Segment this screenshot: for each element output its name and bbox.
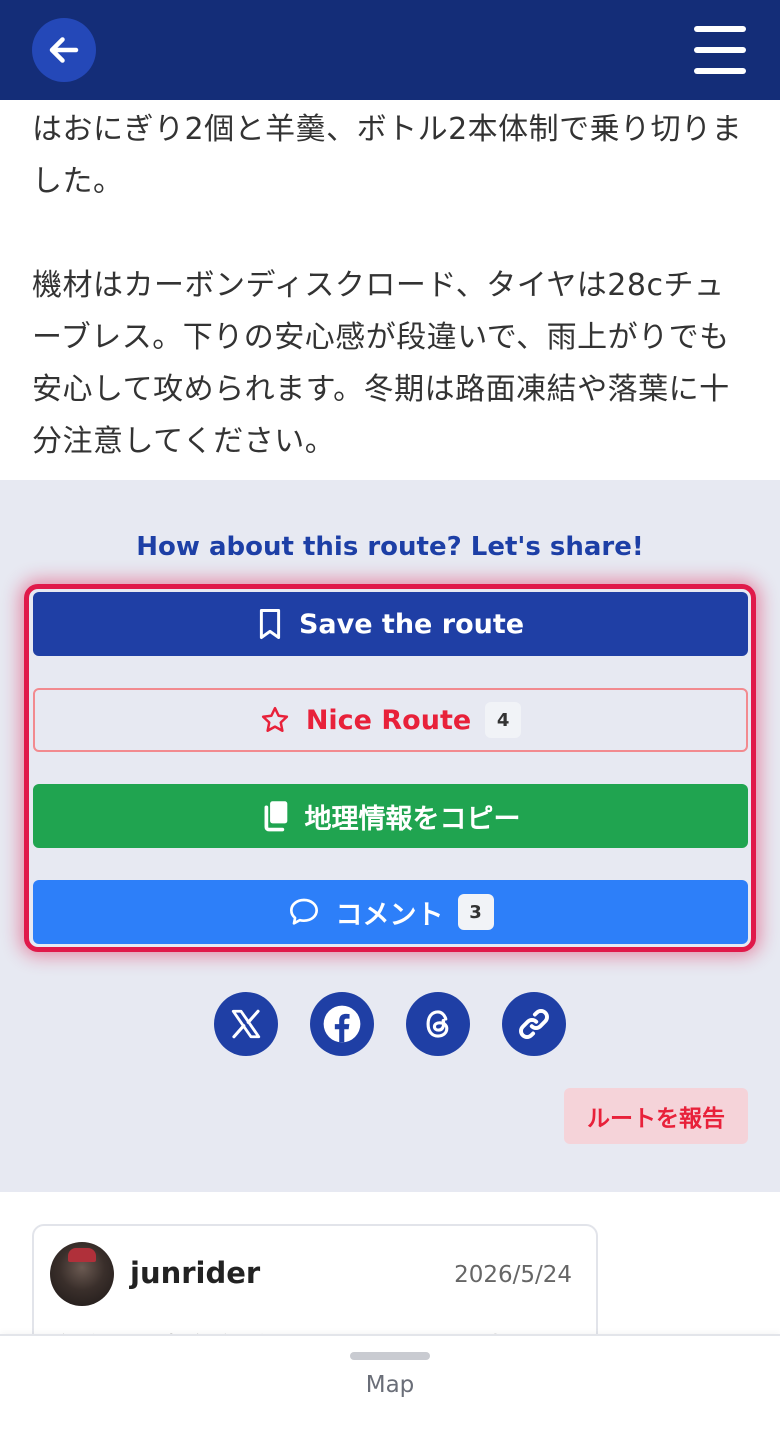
save-route-label: Save the route xyxy=(298,608,525,640)
facebook-icon xyxy=(323,1005,361,1043)
comment-date: 2026/5/24 xyxy=(454,1262,572,1288)
comment-button[interactable]: コメント 3 xyxy=(33,880,748,944)
share-threads-button[interactable] xyxy=(406,992,470,1056)
link-icon xyxy=(519,1009,549,1039)
avatar[interactable] xyxy=(50,1242,114,1306)
share-section: How about this route? Let's share! Save … xyxy=(0,480,780,1192)
share-facebook-button[interactable] xyxy=(310,992,374,1056)
description-paragraph: はおにぎり2個と羊羹、ボトル2本体制で乗り切りました。 xyxy=(32,112,743,199)
route-actions-panel: Save the route Nice Route 4 地理情報をコピー コメン… xyxy=(24,584,756,952)
share-x-button[interactable] xyxy=(214,992,278,1056)
arrow-left-icon xyxy=(49,37,79,63)
threads-icon xyxy=(426,1010,449,1038)
app-header xyxy=(0,0,780,100)
nice-count-badge: 4 xyxy=(485,702,522,738)
nice-route-button[interactable]: Nice Route 4 xyxy=(33,688,748,752)
social-share-row xyxy=(214,992,566,1056)
comment-label: コメント xyxy=(335,899,444,931)
map-sheet-label: Map xyxy=(365,1372,415,1398)
menu-bar xyxy=(694,26,746,32)
copy-link-button[interactable] xyxy=(502,992,566,1056)
sheet-drag-handle[interactable] xyxy=(350,1352,430,1360)
comment-count-badge: 3 xyxy=(457,894,494,930)
x-icon xyxy=(231,1009,261,1039)
menu-bar xyxy=(694,68,746,74)
speech-bubble-icon xyxy=(289,898,318,925)
hamburger-menu-button[interactable] xyxy=(694,26,746,74)
copy-geo-info-button[interactable]: 地理情報をコピー xyxy=(33,784,748,848)
share-heading: How about this route? Let's share! xyxy=(136,532,644,562)
report-route-button[interactable]: ルートを報告 xyxy=(564,1088,748,1144)
menu-bar xyxy=(694,47,746,53)
back-button[interactable] xyxy=(32,18,96,82)
comment-username[interactable]: junrider xyxy=(130,1256,260,1290)
map-bottom-sheet[interactable]: Map xyxy=(0,1334,780,1440)
save-route-button[interactable]: Save the route xyxy=(33,592,748,656)
star-icon xyxy=(261,706,288,732)
copy-geo-info-label: 地理情報をコピー xyxy=(304,803,521,835)
nice-route-label: Nice Route xyxy=(305,704,472,736)
route-description: はおにぎり2個と羊羹、ボトル2本体制で乗り切りました。 機材はカーボンディスクロ… xyxy=(0,100,780,480)
bookmark-icon xyxy=(259,608,281,640)
copy-icon xyxy=(264,801,287,832)
description-paragraph: 機材はカーボンディスクロード、タイヤは28cチューブレス。下りの安心感が段違いで… xyxy=(32,268,730,459)
